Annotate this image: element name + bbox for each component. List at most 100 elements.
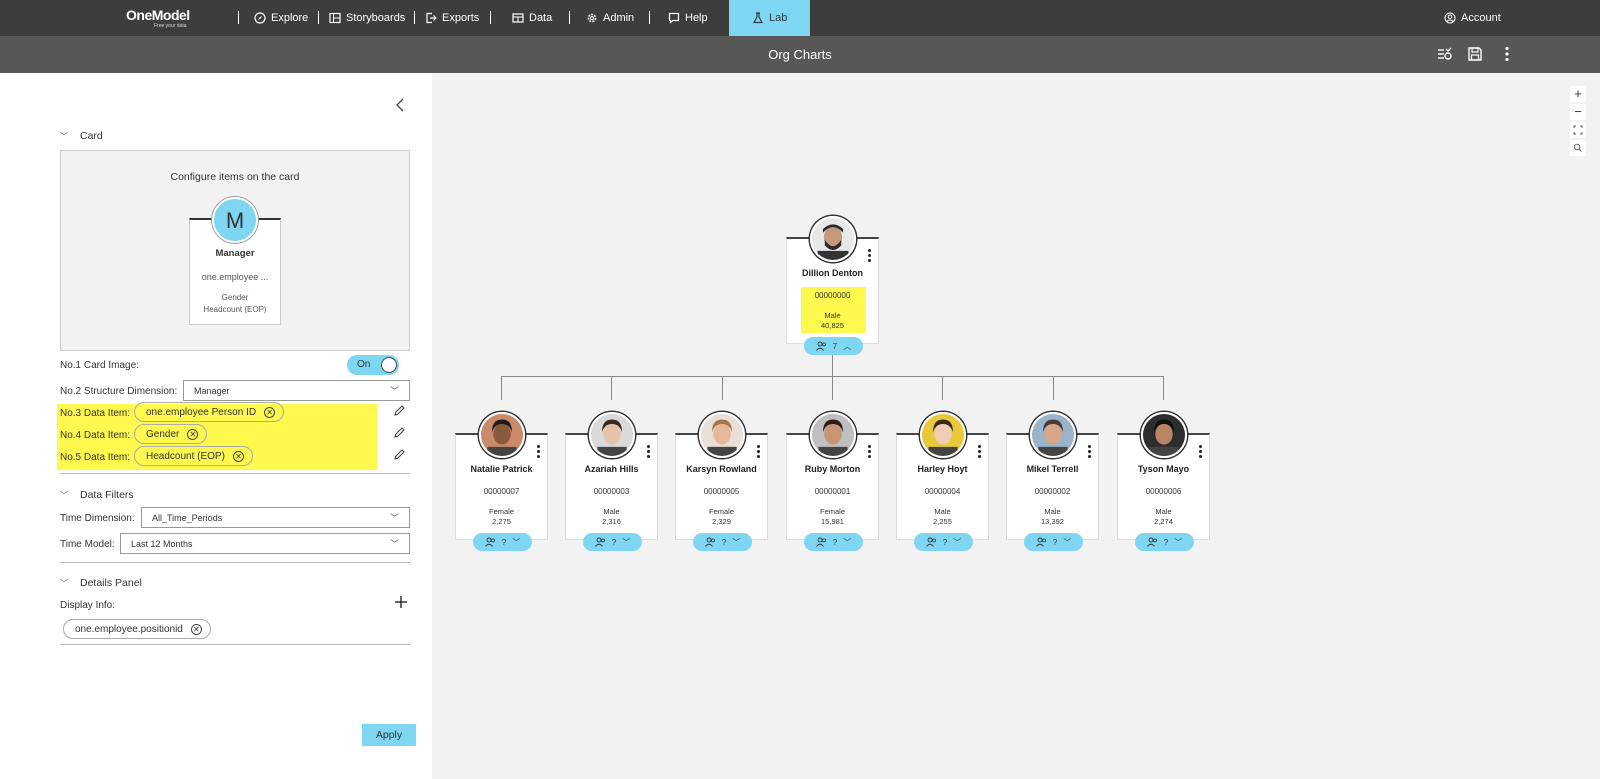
expand-reports-button[interactable]: ? ﹀ — [1024, 533, 1083, 551]
nav-data-label: Data — [529, 12, 553, 24]
employee-id: 00000005 — [703, 487, 740, 496]
fit-screen-button[interactable] — [1570, 122, 1586, 138]
org-card-root[interactable]: Dillion Denton 00000000 Male 40,825 7 ︿ — [786, 216, 879, 355]
employee-headcount: 2,275 — [492, 517, 511, 526]
card-more-icon[interactable] — [868, 249, 872, 263]
card-more-icon[interactable] — [537, 445, 541, 459]
nav-separator — [238, 11, 239, 24]
employee-photo — [920, 412, 966, 458]
data-item-3-chip[interactable]: one.employee Person ID ✕ — [134, 402, 285, 422]
expand-reports-button[interactable]: ? ﹀ — [473, 533, 532, 551]
nav-admin[interactable]: Admin — [586, 0, 634, 36]
report-count: ? — [832, 537, 838, 547]
employee-photo — [1141, 412, 1187, 458]
employee-name: Ruby Morton — [804, 464, 861, 474]
details-panel-section-header[interactable]: ﹀ Details Panel — [60, 577, 142, 589]
employee-gender: Male — [824, 311, 841, 320]
employee-gender: Female — [488, 507, 514, 516]
collapse-panel-chevron-left-icon[interactable] — [392, 97, 408, 113]
edit-pencil-icon[interactable] — [393, 404, 406, 417]
remove-icon[interactable]: ✕ — [190, 623, 202, 635]
nav-storyboards[interactable]: Storyboards — [329, 0, 405, 36]
nav-lab[interactable]: Lab — [729, 0, 811, 36]
report-count: ? — [1163, 537, 1169, 547]
collapse-reports-button[interactable]: 7 ︿ — [804, 337, 863, 355]
nav-help[interactable]: Help — [668, 0, 708, 36]
report-count: ? — [942, 537, 948, 547]
employee-photo — [1030, 412, 1076, 458]
employee-id: 00000006 — [1145, 487, 1182, 496]
expand-reports-button[interactable]: ? ﹀ — [583, 533, 642, 551]
page-header-bar: Org Charts — [0, 36, 1600, 73]
card-more-icon[interactable] — [757, 445, 761, 459]
employee-id: 00000004 — [924, 487, 961, 496]
search-icon — [1573, 143, 1582, 152]
more-options-icon[interactable] — [1498, 45, 1516, 63]
employee-headcount: 15,981 — [821, 517, 844, 526]
edit-pencil-icon[interactable] — [393, 448, 406, 461]
chevron-down-icon: ﹀ — [60, 131, 68, 141]
card-more-icon[interactable] — [868, 445, 872, 459]
org-card-employee[interactable]: Tyson Mayo 00000006 Male 2,274? ﹀ — [1117, 412, 1210, 551]
time-model-select[interactable]: Last 12 Months ﹀ — [120, 533, 410, 554]
onemodel-logo[interactable]: OneModel Free your data — [124, 5, 194, 31]
card-section-header[interactable]: ﹀ Card — [60, 130, 103, 142]
edit-pencil-icon[interactable] — [393, 426, 406, 439]
time-dimension-select[interactable]: All_Time_Periods ﹀ — [141, 507, 410, 528]
settings-filter-icon[interactable] — [1435, 45, 1453, 63]
data-item-4-chip[interactable]: Gender ✕ — [134, 424, 208, 444]
org-card-employee[interactable]: Natalie Patrick 00000007 Female 2,275? ﹀ — [455, 412, 548, 551]
org-card-employee[interactable]: Azariah Hills 00000003 Male 2,316? ﹀ — [565, 412, 658, 551]
org-card-employee[interactable]: Ruby Morton 00000001 Female 15,981? ﹀ — [786, 412, 879, 551]
add-plus-icon[interactable] — [394, 595, 408, 609]
org-card-employee[interactable]: Mikel Terrell 00000002 Male 13,392? ﹀ — [1006, 412, 1099, 551]
data-item-5-chip[interactable]: Headcount (EOP) ✕ — [134, 446, 253, 466]
chevron-up-icon: ︿ — [843, 341, 852, 351]
remove-icon[interactable]: ✕ — [232, 450, 244, 462]
apply-button[interactable]: Apply — [362, 724, 416, 746]
data-filters-section-header[interactable]: ﹀ Data Filters — [60, 489, 134, 501]
structure-dimension-select[interactable]: Manager ﹀ — [183, 380, 410, 401]
card-section-title: Card — [80, 130, 103, 142]
nav-separator — [569, 11, 570, 24]
logo-tagline: Free your data — [154, 23, 187, 29]
card-more-icon[interactable] — [647, 445, 651, 459]
card-more-icon[interactable] — [1199, 445, 1203, 459]
org-card-employee[interactable]: Karsyn Rowland 00000005 Female 2,329? ﹀ — [675, 412, 768, 551]
card-more-icon[interactable] — [1088, 445, 1092, 459]
card-more-icon[interactable] — [978, 445, 982, 459]
chevron-down-icon: ﹀ — [1063, 537, 1072, 547]
data-item-3-label: No.3 Data Item: — [60, 408, 131, 419]
display-info-label: Display Info: — [60, 600, 116, 611]
expand-reports-button[interactable]: ? ﹀ — [1135, 533, 1194, 551]
remove-icon[interactable]: ✕ — [264, 406, 276, 418]
account-menu[interactable]: Account — [1444, 0, 1501, 36]
connector-line — [942, 376, 943, 400]
save-icon[interactable] — [1466, 45, 1484, 63]
time-model-value: Last 12 Months — [131, 538, 193, 549]
preview-avatar: M — [212, 197, 258, 243]
expand-reports-button[interactable]: ? ﹀ — [693, 533, 752, 551]
employee-name: Natalie Patrick — [470, 464, 533, 474]
employee-gender: Male — [1155, 507, 1172, 516]
zoom-out-button[interactable]: − — [1570, 104, 1586, 120]
nav-exports[interactable]: Exports — [425, 0, 479, 36]
expand-reports-button[interactable]: ? ﹀ — [914, 533, 973, 551]
card-image-toggle[interactable]: On — [347, 355, 399, 375]
org-chart-canvas[interactable]: + − Dillion Denton 00000000 Male 40,825 … — [432, 73, 1600, 779]
time-dimension-label: Time Dimension: — [60, 513, 135, 524]
nav-data[interactable]: Data — [512, 0, 552, 36]
org-card-employee[interactable]: Harley Hoyt 00000004 Male 2,255? ﹀ — [896, 412, 989, 551]
nav-explore[interactable]: Explore — [254, 0, 308, 36]
expand-reports-button[interactable]: ? ﹀ — [804, 533, 863, 551]
display-info-chip[interactable]: one.employee.positionid ✕ — [63, 619, 211, 639]
preview-card[interactable]: M Manager one.employee ... Gender Headco… — [189, 197, 281, 325]
remove-icon[interactable]: ✕ — [187, 428, 199, 440]
employee-photo — [810, 216, 856, 262]
zoom-in-button[interactable]: + — [1570, 86, 1586, 102]
chevron-down-icon: ﹀ — [512, 537, 521, 547]
search-button[interactable] — [1570, 140, 1586, 156]
nav-separator — [414, 11, 415, 24]
people-icon — [815, 341, 826, 351]
compass-icon — [254, 12, 266, 24]
